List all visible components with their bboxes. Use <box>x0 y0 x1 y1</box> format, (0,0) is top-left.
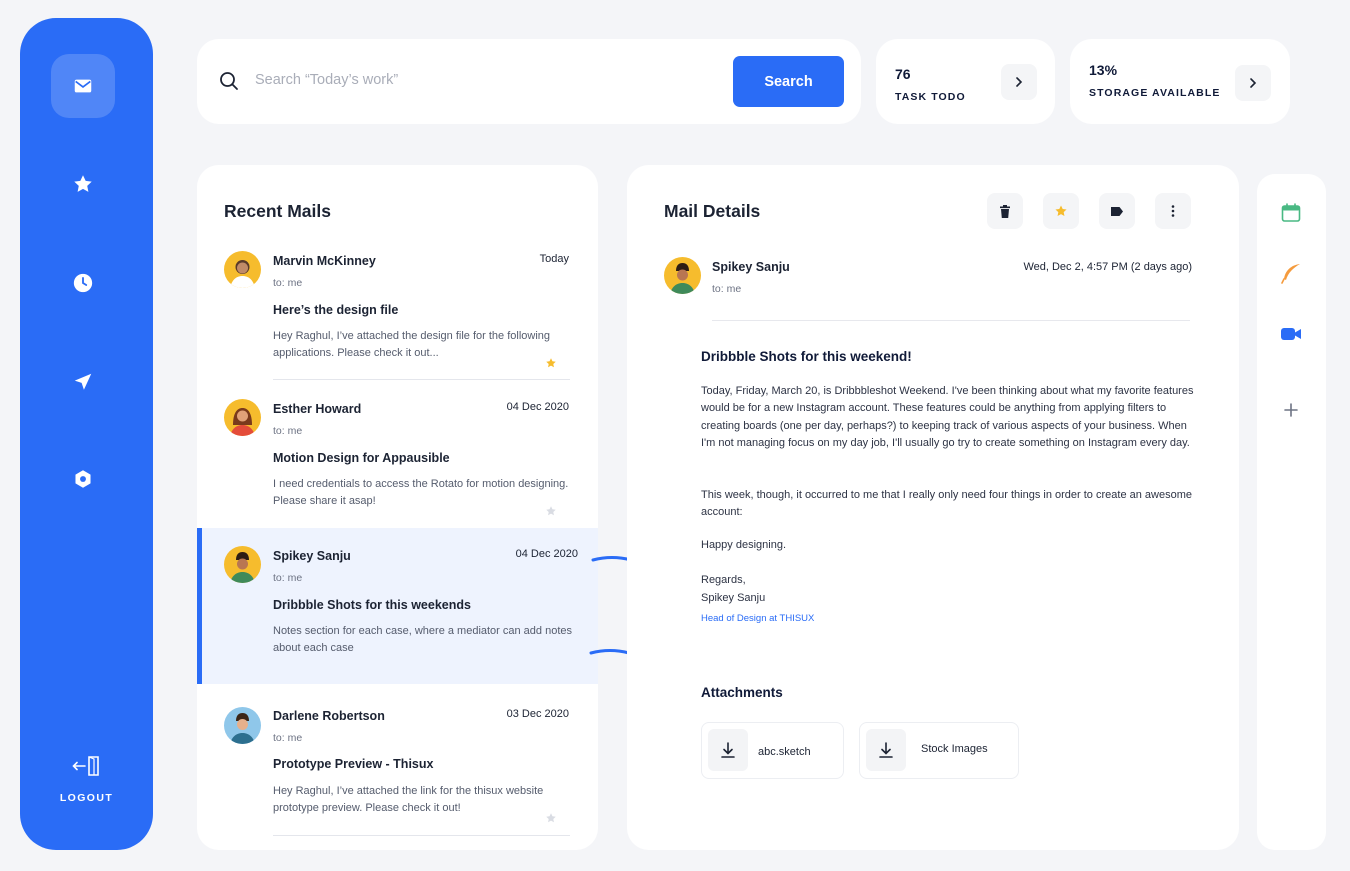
mail-icon <box>74 79 92 93</box>
apps-rail <box>1257 174 1326 850</box>
detail-subject: Dribbble Shots for this weekend! <box>701 349 912 364</box>
feather-icon[interactable] <box>1279 261 1303 285</box>
clock-icon <box>73 273 93 293</box>
avatar <box>664 257 701 294</box>
task-todo-open-button[interactable] <box>1001 64 1037 100</box>
task-todo-label: TASK TODO <box>895 91 966 103</box>
detail-paragraph: This week, though, it occurred to me tha… <box>701 489 1192 519</box>
mail-preview: I need credentials to access the Rotato … <box>273 478 569 507</box>
mail-preview: Hey Raghul, I’ve attached the design fil… <box>273 330 550 359</box>
mail-list-item[interactable]: Esther Howard 04 Dec 2020 to: me Motion … <box>197 385 598 528</box>
mail-sender: Esther Howard <box>273 402 362 416</box>
sidebar-item-mail[interactable] <box>51 54 115 118</box>
storage-percent: 13% <box>1089 62 1118 78</box>
calendar-icon[interactable] <box>1279 201 1303 225</box>
detail-signature: Spikey Sanju <box>701 592 766 604</box>
storage-label: STORAGE AVAILABLE <box>1089 87 1221 99</box>
task-todo-card: 76 TASK TODO <box>876 39 1055 124</box>
mail-sender: Marvin McKinney <box>273 254 376 268</box>
detail-sender: Spikey Sanju <box>712 260 790 274</box>
label-button[interactable] <box>1099 193 1135 229</box>
avatar <box>224 546 261 583</box>
sidebar-item-recent[interactable] <box>51 251 115 315</box>
sidebar-item-starred[interactable] <box>51 152 115 216</box>
mail-subject: Prototype Preview - Thisux <box>273 757 434 771</box>
video-camera-icon[interactable] <box>1279 322 1303 346</box>
mail-subject: Dribbble Shots for this weekends <box>273 598 471 612</box>
send-icon <box>74 373 92 390</box>
star-icon[interactable] <box>545 505 557 517</box>
avatar <box>224 399 261 436</box>
download-icon <box>866 729 906 771</box>
avatar <box>224 251 261 288</box>
sidebar-item-settings[interactable] <box>51 447 115 511</box>
connector-bottom <box>589 649 631 655</box>
divider <box>712 320 1190 321</box>
mail-recipient: to: me <box>273 572 303 584</box>
avatar <box>224 707 261 744</box>
mail-list-item[interactable]: Darlene Robertson 03 Dec 2020 to: me Pro… <box>197 695 598 845</box>
mail-details-panel: Mail Details Spikey Sanju to: me Wed, De… <box>627 165 1239 850</box>
mail-sender: Spikey Sanju <box>273 549 351 563</box>
detail-regards: Regards, <box>701 574 746 586</box>
sidebar-item-sent[interactable] <box>51 350 115 414</box>
chevron-right-icon <box>1016 77 1023 87</box>
sidebar: LOGOUT <box>20 18 153 850</box>
detail-date: Wed, Dec 2, 4:57 PM (2 days ago) <box>1023 261 1192 273</box>
detail-paragraph: Happy designing. <box>701 539 787 551</box>
mail-subject: Motion Design for Appausible <box>273 451 450 465</box>
hexagon-icon <box>75 470 91 488</box>
star-icon <box>1055 205 1067 217</box>
mail-subject: Here’s the design file <box>273 303 399 317</box>
mail-recipient: to: me <box>273 732 303 744</box>
attachment-name: abc.sketch <box>758 746 811 758</box>
recent-mails-panel: Recent Mails Marvin McKinney Today to: m… <box>197 165 598 850</box>
mail-recipient: to: me <box>273 425 303 437</box>
search-bar: Search <box>197 39 861 124</box>
task-todo-count: 76 <box>895 66 911 82</box>
search-icon <box>220 72 238 90</box>
download-icon <box>708 729 748 771</box>
detail-recipient: to: me <box>712 283 742 295</box>
divider <box>273 379 570 380</box>
mail-list-item[interactable]: Marvin McKinney Today to: me Here’s the … <box>197 237 598 384</box>
divider <box>273 835 570 836</box>
mail-date: 03 Dec 2020 <box>506 708 569 720</box>
mail-date: 04 Dec 2020 <box>506 401 569 413</box>
storage-open-button[interactable] <box>1235 65 1271 101</box>
logout-icon <box>71 756 99 776</box>
mail-details-title: Mail Details <box>664 201 761 221</box>
mail-list-item-selected[interactable]: Spikey Sanju 04 Dec 2020 to: me Dribbble… <box>197 528 598 684</box>
detail-paragraph: Today, Friday, March 20, is Dribbbleshot… <box>701 385 1194 449</box>
logout-button[interactable]: LOGOUT <box>20 754 153 804</box>
mail-recipient: to: me <box>273 277 303 289</box>
mail-preview: Hey Raghul, I’ve attached the link for t… <box>273 785 544 814</box>
attachments-title: Attachments <box>701 685 783 700</box>
detail-signature-role: Head of Design at THISUX <box>701 613 815 624</box>
mail-sender: Darlene Robertson <box>273 709 385 723</box>
delete-button[interactable] <box>987 193 1023 229</box>
storage-card: 13% STORAGE AVAILABLE <box>1070 39 1290 124</box>
star-icon[interactable] <box>545 357 557 369</box>
attachment-name: Stock Images <box>921 743 988 755</box>
trash-icon <box>1000 204 1010 218</box>
star-icon <box>74 175 92 192</box>
chevron-right-icon <box>1250 78 1257 88</box>
plus-icon[interactable] <box>1279 398 1303 422</box>
more-options-button[interactable] <box>1155 193 1191 229</box>
attachment-item[interactable]: Stock Images <box>859 722 1019 779</box>
search-button[interactable]: Search <box>733 56 844 107</box>
search-input[interactable] <box>255 67 715 93</box>
star-button[interactable] <box>1043 193 1079 229</box>
attachment-item[interactable]: abc.sketch <box>701 722 844 779</box>
recent-mails-title: Recent Mails <box>224 201 331 221</box>
star-icon[interactable] <box>545 812 557 824</box>
mail-preview: Notes section for each case, where a med… <box>273 625 573 654</box>
mail-date: Today <box>539 253 569 265</box>
mail-date: 04 Dec 2020 <box>515 548 578 560</box>
logout-label: LOGOUT <box>59 792 114 804</box>
tag-icon <box>1111 206 1123 216</box>
more-vertical-icon <box>1171 205 1175 217</box>
